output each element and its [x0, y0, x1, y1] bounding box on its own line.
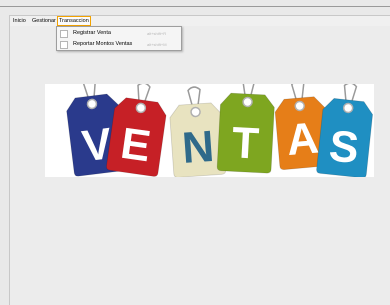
tag-e-1: E	[106, 82, 167, 177]
tag-letter: A	[285, 114, 321, 166]
menu-item-icon	[60, 30, 68, 38]
menu-item-reportar-montos-ventas[interactable]: Reportar Montos Ventas alt+shift+M	[57, 39, 181, 49]
menu-item-icon	[60, 41, 68, 49]
menu-inicio[interactable]: Inicio	[12, 17, 27, 25]
menu-bar: Inicio Gestionar Transaccion	[10, 16, 390, 26]
menu-item-accelerator: alt+shift+M	[147, 42, 167, 47]
ventas-tags-graphic: VENTAS	[66, 76, 374, 179]
tag-letter: S	[327, 121, 361, 173]
transaccion-dropdown: Registrar Venta alt+shift+R Reportar Mon…	[56, 26, 182, 51]
menu-item-accelerator: alt+shift+R	[147, 31, 167, 36]
tag-letter: N	[180, 122, 215, 173]
tag-s-5: S	[316, 82, 374, 179]
menu-item-label: Reportar Montos Ventas	[73, 41, 133, 47]
menu-item-label: Registrar Venta	[73, 30, 111, 36]
ventas-banner-image: VENTAS	[45, 76, 374, 179]
menu-transaccion[interactable]: Transaccion	[57, 16, 91, 26]
app-window: Inicio Gestionar Transaccion Registrar V…	[9, 15, 390, 305]
tag-t-3: T	[216, 76, 275, 174]
window-top-border	[0, 6, 390, 7]
menu-gestionar[interactable]: Gestionar	[31, 17, 57, 25]
menu-item-registrar-venta[interactable]: Registrar Venta alt+shift+R	[57, 28, 181, 38]
tag-letter: T	[231, 118, 261, 168]
